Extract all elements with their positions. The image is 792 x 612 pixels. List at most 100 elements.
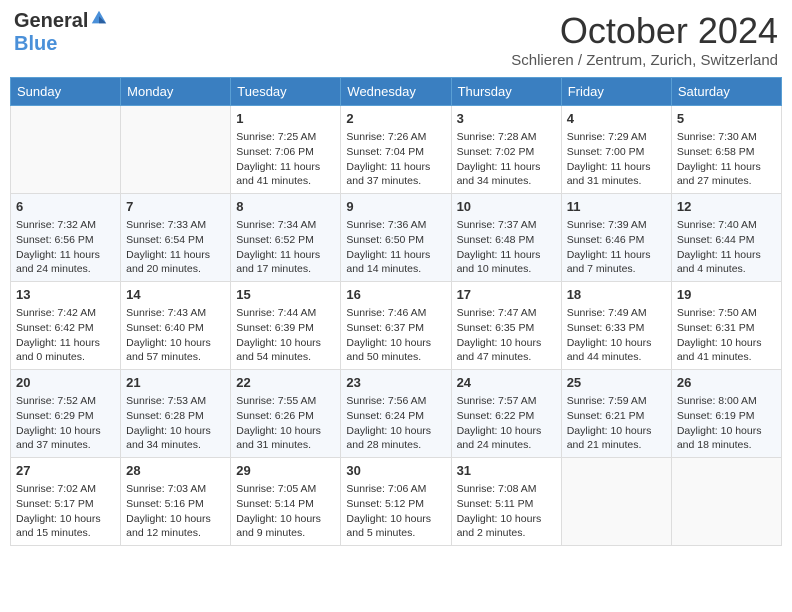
logo-general: General [14,10,88,33]
day-info: Sunrise: 7:25 AM Sunset: 7:06 PM Dayligh… [236,130,335,189]
calendar-cell: 4 Sunrise: 7:29 AM Sunset: 7:00 PM Daylig… [561,106,671,194]
month-title: October 2024 [511,10,778,52]
calendar-week-4: 20Sunrise: 7:52 AM Sunset: 6:29 PM Dayli… [11,370,782,458]
calendar-cell [11,106,121,194]
calendar-cell [671,458,781,546]
calendar-cell: 6 Sunrise: 7:32 AM Sunset: 6:56 PM Daylig… [11,194,121,282]
day-info: Sunrise: 7:05 AM Sunset: 5:14 PM Dayligh… [236,482,335,541]
calendar-cell: 12 Sunrise: 7:40 AM Sunset: 6:44 PM Dayli… [671,194,781,282]
weekday-header-wednesday: Wednesday [341,78,451,106]
day-number: 16 [346,286,445,304]
calendar-week-1: 1 Sunrise: 7:25 AM Sunset: 7:06 PM Daylig… [11,106,782,194]
day-info: Sunrise: 7:28 AM Sunset: 7:02 PM Dayligh… [457,130,556,189]
day-info: Sunrise: 7:30 AM Sunset: 6:58 PM Dayligh… [677,130,776,189]
day-info: Sunrise: 7:33 AM Sunset: 6:54 PM Dayligh… [126,218,225,277]
day-number: 24 [457,374,556,392]
calendar-cell: 14Sunrise: 7:43 AM Sunset: 6:40 PM Dayli… [121,282,231,370]
calendar-week-2: 6 Sunrise: 7:32 AM Sunset: 6:56 PM Daylig… [11,194,782,282]
calendar-cell: 5 Sunrise: 7:30 AM Sunset: 6:58 PM Daylig… [671,106,781,194]
calendar-cell: 1 Sunrise: 7:25 AM Sunset: 7:06 PM Daylig… [231,106,341,194]
day-number: 23 [346,374,445,392]
day-info: Sunrise: 7:56 AM Sunset: 6:24 PM Dayligh… [346,394,445,453]
day-info: Sunrise: 7:47 AM Sunset: 6:35 PM Dayligh… [457,306,556,365]
day-number: 9 [346,198,445,216]
day-number: 18 [567,286,666,304]
day-number: 8 [236,198,335,216]
calendar-cell: 8 Sunrise: 7:34 AM Sunset: 6:52 PM Daylig… [231,194,341,282]
day-number: 20 [16,374,115,392]
calendar-cell: 21 Sunrise: 7:53 AM Sunset: 6:28 PM Dayli… [121,370,231,458]
day-number: 5 [677,110,776,128]
calendar-cell: 24 Sunrise: 7:57 AM Sunset: 6:22 PM Dayli… [451,370,561,458]
day-number: 6 [16,198,115,216]
day-number: 29 [236,462,335,480]
day-number: 2 [346,110,445,128]
day-number: 3 [457,110,556,128]
day-info: Sunrise: 7:42 AM Sunset: 6:42 PM Dayligh… [16,306,115,365]
logo-blue: Blue [14,33,57,56]
day-info: Sunrise: 7:02 AM Sunset: 5:17 PM Dayligh… [16,482,115,541]
day-info: Sunrise: 7:03 AM Sunset: 5:16 PM Dayligh… [126,482,225,541]
calendar-cell: 19Sunrise: 7:50 AM Sunset: 6:31 PM Dayli… [671,282,781,370]
day-number: 11 [567,198,666,216]
calendar-cell: 3 Sunrise: 7:28 AM Sunset: 7:02 PM Daylig… [451,106,561,194]
day-number: 12 [677,198,776,216]
day-number: 28 [126,462,225,480]
calendar-week-3: 13 Sunrise: 7:42 AM Sunset: 6:42 PM Dayli… [11,282,782,370]
calendar-cell: 11 Sunrise: 7:39 AM Sunset: 6:46 PM Dayli… [561,194,671,282]
day-info: Sunrise: 7:44 AM Sunset: 6:39 PM Dayligh… [236,306,335,365]
day-info: Sunrise: 7:55 AM Sunset: 6:26 PM Dayligh… [236,394,335,453]
day-info: Sunrise: 7:39 AM Sunset: 6:46 PM Dayligh… [567,218,666,277]
day-info: Sunrise: 7:37 AM Sunset: 6:48 PM Dayligh… [457,218,556,277]
day-info: Sunrise: 7:08 AM Sunset: 5:11 PM Dayligh… [457,482,556,541]
day-info: Sunrise: 7:46 AM Sunset: 6:37 PM Dayligh… [346,306,445,365]
weekday-header-sunday: Sunday [11,78,121,106]
day-number: 31 [457,462,556,480]
calendar-cell: 31 Sunrise: 7:08 AM Sunset: 5:11 PM Dayli… [451,458,561,546]
day-number: 25 [567,374,666,392]
calendar-week-5: 27Sunrise: 7:02 AM Sunset: 5:17 PM Dayli… [11,458,782,546]
calendar-cell: 10 Sunrise: 7:37 AM Sunset: 6:48 PM Dayli… [451,194,561,282]
day-info: Sunrise: 7:26 AM Sunset: 7:04 PM Dayligh… [346,130,445,189]
logo-icon [90,9,108,27]
day-info: Sunrise: 7:29 AM Sunset: 7:00 PM Dayligh… [567,130,666,189]
weekday-header-saturday: Saturday [671,78,781,106]
day-info: Sunrise: 8:00 AM Sunset: 6:19 PM Dayligh… [677,394,776,453]
calendar-cell: 23 Sunrise: 7:56 AM Sunset: 6:24 PM Dayli… [341,370,451,458]
calendar-table: SundayMondayTuesdayWednesdayThursdayFrid… [10,77,782,546]
day-info: Sunrise: 7:59 AM Sunset: 6:21 PM Dayligh… [567,394,666,453]
day-number: 1 [236,110,335,128]
calendar-cell: 18 Sunrise: 7:49 AM Sunset: 6:33 PM Dayli… [561,282,671,370]
day-number: 17 [457,286,556,304]
calendar-cell: 29 Sunrise: 7:05 AM Sunset: 5:14 PM Dayli… [231,458,341,546]
day-info: Sunrise: 7:53 AM Sunset: 6:28 PM Dayligh… [126,394,225,453]
logo: General Blue [14,10,108,56]
day-number: 21 [126,374,225,392]
calendar-cell: 25 Sunrise: 7:59 AM Sunset: 6:21 PM Dayli… [561,370,671,458]
day-number: 13 [16,286,115,304]
calendar-cell: 16 Sunrise: 7:46 AM Sunset: 6:37 PM Dayli… [341,282,451,370]
location-subtitle: Schlieren / Zentrum, Zurich, Switzerland [511,52,778,69]
weekday-header-thursday: Thursday [451,78,561,106]
calendar-cell: 27Sunrise: 7:02 AM Sunset: 5:17 PM Dayli… [11,458,121,546]
calendar-cell: 2 Sunrise: 7:26 AM Sunset: 7:04 PM Daylig… [341,106,451,194]
day-number: 4 [567,110,666,128]
day-info: Sunrise: 7:49 AM Sunset: 6:33 PM Dayligh… [567,306,666,365]
day-number: 30 [346,462,445,480]
day-info: Sunrise: 7:32 AM Sunset: 6:56 PM Dayligh… [16,218,115,277]
day-number: 22 [236,374,335,392]
weekday-header-friday: Friday [561,78,671,106]
weekday-header-monday: Monday [121,78,231,106]
day-info: Sunrise: 7:34 AM Sunset: 6:52 PM Dayligh… [236,218,335,277]
day-number: 7 [126,198,225,216]
page-header: General Blue October 2024 Schlieren / Ze… [10,10,782,69]
day-info: Sunrise: 7:40 AM Sunset: 6:44 PM Dayligh… [677,218,776,277]
day-number: 15 [236,286,335,304]
weekday-header-tuesday: Tuesday [231,78,341,106]
day-number: 19 [677,286,776,304]
day-number: 10 [457,198,556,216]
day-info: Sunrise: 7:57 AM Sunset: 6:22 PM Dayligh… [457,394,556,453]
calendar-cell: 9Sunrise: 7:36 AM Sunset: 6:50 PM Daylig… [341,194,451,282]
calendar-cell: 22 Sunrise: 7:55 AM Sunset: 6:26 PM Dayli… [231,370,341,458]
calendar-cell: 13 Sunrise: 7:42 AM Sunset: 6:42 PM Dayli… [11,282,121,370]
